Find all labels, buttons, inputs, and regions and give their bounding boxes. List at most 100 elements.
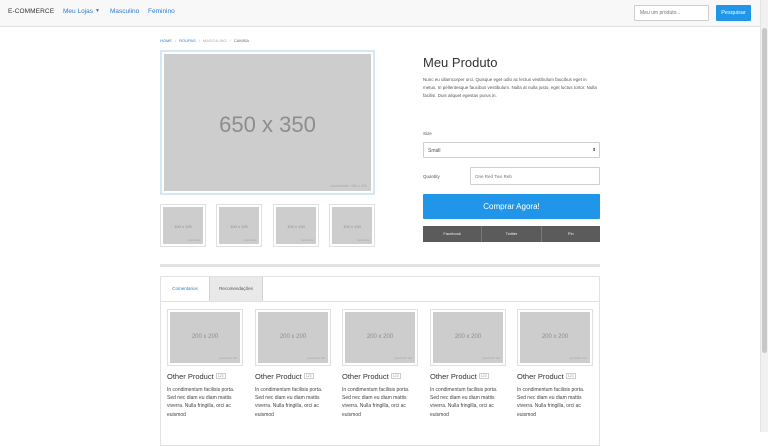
breadcrumb-separator: / (229, 38, 231, 43)
share-facebook-button[interactable]: Facebook (423, 226, 483, 242)
card-title-text: Other Product (517, 372, 564, 381)
placeholder-size-text: 100 x 100 (230, 224, 248, 229)
image-placeholder: 100 x 100 placeholder (276, 207, 316, 244)
product-card[interactable]: 200 x 200 placeholder 200 Other Product 12… (517, 309, 593, 419)
placeholder-size-text: 100 x 100 (174, 224, 192, 229)
card-badge: 123 (215, 373, 226, 379)
card-badge: 123 (478, 373, 489, 379)
image-placeholder: 650 x 350 placeholder / 650 x 350 (164, 54, 371, 191)
nav-link-meu-lojas[interactable]: Meu Lojas ▼ (63, 8, 100, 15)
scrollbar-thumb[interactable] (762, 28, 767, 353)
image-placeholder: 100 x 100 placeholder (163, 207, 203, 244)
card-title[interactable]: Other Product 123 (167, 372, 243, 381)
placeholder-credit: placeholder 200 (394, 357, 412, 360)
card-title[interactable]: Other Product 123 (342, 372, 418, 381)
image-placeholder: 200 x 200 placeholder 200 (170, 312, 240, 363)
breadcrumb-separator: / (175, 38, 177, 43)
image-placeholder: 200 x 200 placeholder 200 (520, 312, 590, 363)
breadcrumb: HOME / ROUPAS / MASCULINO / CAMISA (160, 38, 249, 43)
card-image[interactable]: 200 x 200 placeholder 200 (517, 309, 593, 366)
placeholder-credit: placeholder (188, 239, 201, 242)
image-placeholder: 200 x 200 placeholder 200 (433, 312, 503, 363)
image-placeholder: 200 x 200 placeholder 200 (345, 312, 415, 363)
placeholder-size-text: 100 x 100 (343, 224, 361, 229)
card-image[interactable]: 200 x 200 placeholder 200 (167, 309, 243, 366)
card-title-text: Other Product (255, 372, 302, 381)
thumbnail-1[interactable]: 100 x 100 placeholder (160, 204, 206, 247)
select-arrows-icon: ⬍ (592, 147, 596, 152)
image-placeholder: 100 x 100 placeholder (332, 207, 372, 244)
nav-link-feminino[interactable]: Feminino (148, 8, 175, 15)
breadcrumb-separator: / (198, 38, 200, 43)
thumbnail-3[interactable]: 100 x 100 placeholder (273, 204, 319, 247)
placeholder-size-text: 200 x 200 (541, 334, 569, 340)
image-placeholder: 200 x 200 placeholder 200 (258, 312, 328, 363)
product-card[interactable]: 200 x 200 placeholder 200 Other Product 12… (430, 309, 506, 419)
nav-link-label: Meu Lojas (63, 8, 93, 15)
share-pin-button[interactable]: Pin (541, 226, 600, 242)
tab-panel: Comentarios Recomendações 200 x 200 place… (160, 276, 600, 446)
breadcrumb-item-home[interactable]: HOME (160, 38, 172, 43)
placeholder-credit: placeholder 200 (219, 357, 237, 360)
product-card[interactable]: 200 x 200 placeholder 200 Other Product 12… (342, 309, 418, 419)
placeholder-size-text: 100 x 100 (287, 224, 305, 229)
card-description: In condimentum facilisis porta. Sed nec … (167, 387, 235, 418)
quantity-label: Quantity (423, 174, 440, 179)
card-description: In condimentum facilisis porta. Sed nec … (255, 387, 323, 418)
quantity-input[interactable] (470, 167, 600, 185)
placeholder-size-text: 200 x 200 (279, 334, 307, 340)
placeholder-credit: placeholder (244, 239, 257, 242)
product-description: Nunc eu ullamcorper orci. Quisque eget o… (423, 77, 597, 98)
breadcrumb-item-roupas[interactable]: ROUPAS (179, 38, 196, 43)
thumbnail-2[interactable]: 100 x 100 placeholder (216, 204, 262, 247)
placeholder-size-text: 650 x 350 (219, 112, 316, 137)
search-input[interactable] (634, 5, 709, 21)
breadcrumb-item-masculino[interactable]: MASCULINO (203, 38, 227, 43)
card-title[interactable]: Other Product 123 (517, 372, 593, 381)
card-badge: 123 (565, 373, 576, 379)
product-card[interactable]: 200 x 200 placeholder 200 Other Product 12… (255, 309, 331, 419)
nav-link-masculino[interactable]: Masculino (110, 8, 139, 15)
breadcrumb-item-current: CAMISA (233, 38, 250, 43)
placeholder-size-text: 200 x 200 (454, 334, 482, 340)
placeholder-credit: placeholder 200 (569, 357, 587, 360)
card-title-text: Other Product (167, 372, 214, 381)
card-badge: 123 (390, 373, 401, 379)
placeholder-credit: placeholder (357, 239, 370, 242)
card-description: In condimentum facilisis porta. Sed nec … (342, 387, 410, 418)
placeholder-credit: placeholder 200 (307, 357, 325, 360)
card-description: In condimentum facilisis porta. Sed nec … (430, 387, 498, 418)
tab-recomendacoes[interactable]: Recomendações (209, 277, 263, 301)
placeholder-credit: placeholder (301, 239, 314, 242)
placeholder-size-text: 200 x 200 (191, 334, 219, 340)
share-twitter-button[interactable]: Twitter (482, 226, 542, 242)
placeholder-credit: placeholder 200 (482, 357, 500, 360)
card-title-text: Other Product (430, 372, 477, 381)
card-title[interactable]: Other Product 123 (255, 372, 331, 381)
brand-logo[interactable]: E-COMMERCE (8, 8, 54, 15)
section-divider (160, 264, 600, 267)
search-button[interactable]: Pesquisar (716, 5, 751, 21)
image-placeholder: 100 x 100 placeholder (219, 207, 259, 244)
product-title: Meu Produto (423, 55, 498, 70)
card-title-text: Other Product (342, 372, 389, 381)
tab-bar: Comentarios Recomendações (161, 277, 599, 302)
card-title[interactable]: Other Product 123 (430, 372, 506, 381)
size-select[interactable]: Small ⬍ (423, 142, 600, 158)
product-card[interactable]: 200 x 200 placeholder 200 Other Product 12… (167, 309, 243, 419)
card-image[interactable]: 200 x 200 placeholder 200 (430, 309, 506, 366)
page-scrollbar[interactable] (760, 0, 768, 432)
size-label: Size (423, 131, 432, 136)
card-image[interactable]: 200 x 200 placeholder 200 (342, 309, 418, 366)
card-image[interactable]: 200 x 200 placeholder 200 (255, 309, 331, 366)
placeholder-credit: placeholder / 650 x 350 (330, 184, 367, 188)
card-description: In condimentum facilisis porta. Sed nec … (517, 387, 585, 418)
thumbnail-4[interactable]: 100 x 100 placeholder (329, 204, 375, 247)
buy-now-button[interactable]: Comprar Agora! (423, 194, 600, 219)
share-buttons: Facebook Twitter Pin (423, 226, 600, 242)
caret-down-icon: ▼ (95, 8, 100, 14)
tab-comentarios[interactable]: Comentarios (161, 277, 209, 301)
main-product-image[interactable]: 650 x 350 placeholder / 650 x 350 (160, 50, 375, 195)
placeholder-size-text: 200 x 200 (366, 334, 394, 340)
top-navbar: E-COMMERCE Meu Lojas ▼ Masculino Feminino… (0, 0, 760, 27)
